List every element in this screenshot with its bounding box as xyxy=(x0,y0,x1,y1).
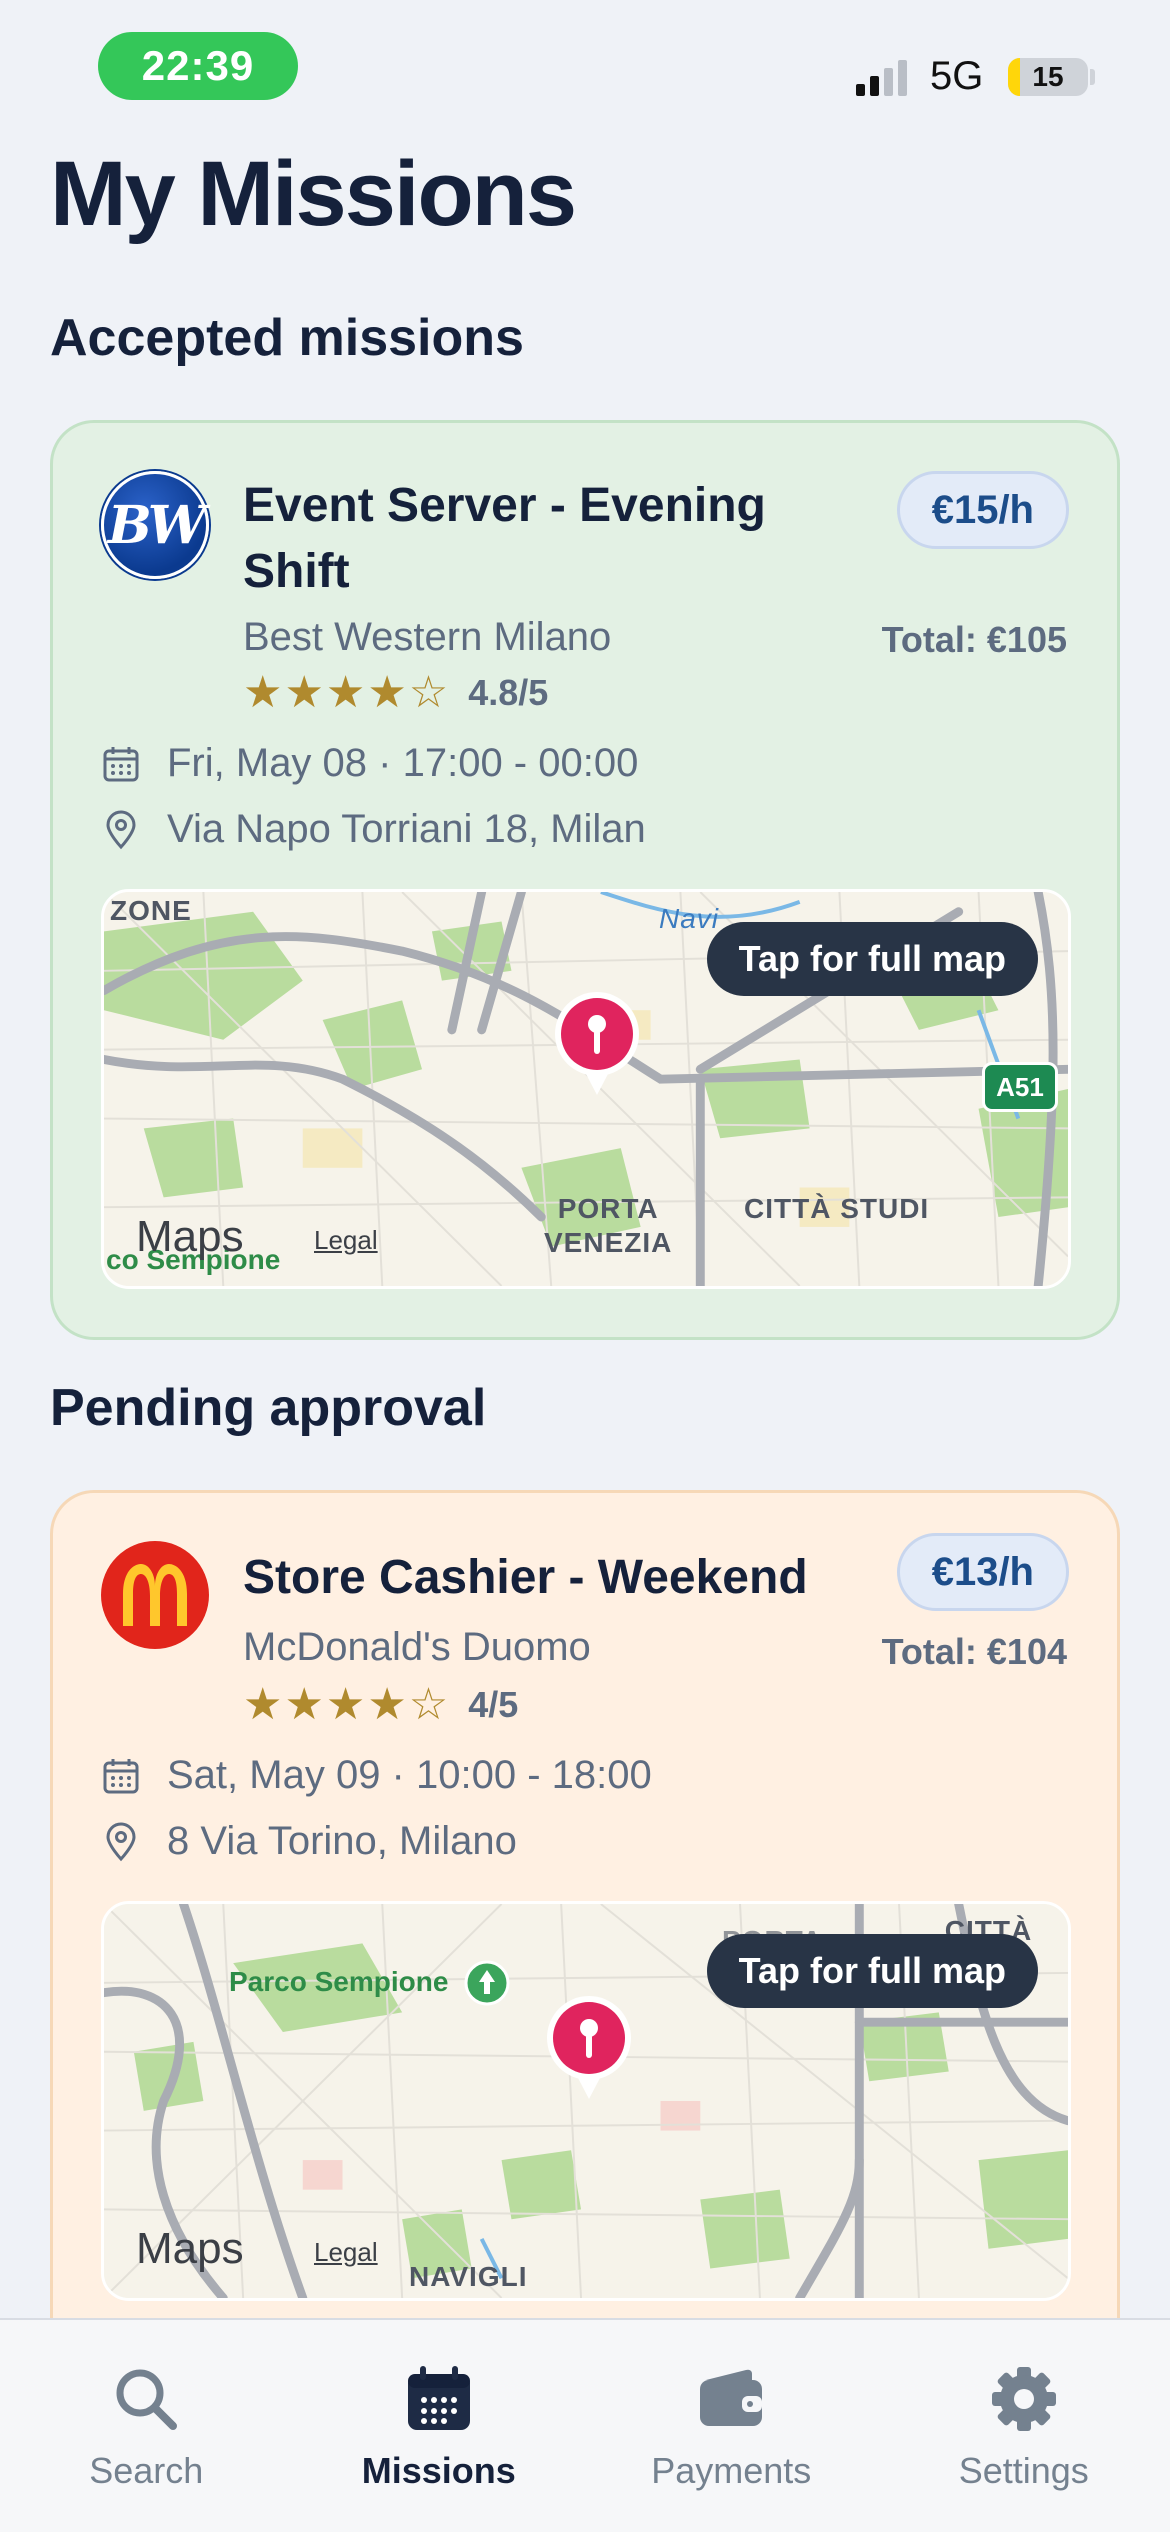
gear-icon xyxy=(991,2367,1056,2431)
mission-map[interactable]: ZONE Navi PORTA VENEZIA CITTÀ STUDI co S… xyxy=(101,889,1071,1289)
tab-bar: Search Missions Payments Settings xyxy=(0,2318,1170,2532)
total-pay: Total: €105 xyxy=(881,619,1067,660)
battery-icon: 15 xyxy=(1008,58,1088,96)
page-title: My Missions xyxy=(50,143,577,245)
mission-title: Event Server - Evening Shift xyxy=(243,479,766,598)
battery-level: 15 xyxy=(1032,61,1064,92)
hourly-rate-badge: €13/h xyxy=(896,1533,1069,1611)
logo-text: BW xyxy=(107,494,206,556)
status-time: 22:39 xyxy=(98,32,298,100)
map-label-zone: ZONE xyxy=(110,895,192,926)
map-label-navi: Navi xyxy=(659,903,720,934)
full-map-button[interactable]: Tap for full map xyxy=(706,922,1038,996)
mission-address: 8 Via Torino, Milano xyxy=(167,1819,517,1863)
search-icon xyxy=(116,2369,178,2430)
hourly-rate-badge: €15/h xyxy=(896,471,1069,549)
tab-settings[interactable]: Settings xyxy=(878,2320,1170,2532)
company-name: Best Western Milano xyxy=(243,615,612,659)
maps-brand: Maps xyxy=(136,2224,244,2273)
date-row: Fri, May 08 · 17:00 - 00:00 xyxy=(101,741,638,786)
tab-label: Payments xyxy=(651,2450,812,2491)
map-label-navigli: NAVIGLI xyxy=(409,2261,528,2292)
signal-icon xyxy=(856,60,907,96)
golden-arches-icon xyxy=(123,1564,187,1626)
calendar-icon xyxy=(103,746,139,781)
tab-missions[interactable]: Missions xyxy=(293,2320,586,2532)
rating-value: 4.8/5 xyxy=(468,672,549,713)
battery-tip xyxy=(1090,69,1095,85)
mission-card-accepted[interactable]: BW Event Server - Evening Shift Best Wes… xyxy=(50,420,1120,1340)
total-pay: Total: €104 xyxy=(881,1631,1067,1672)
tab-label: Missions xyxy=(361,2450,516,2491)
highway-shield: A51 xyxy=(982,1062,1058,1112)
apple-maps-logo: Maps xyxy=(134,2224,244,2274)
company-name: McDonald's Duomo xyxy=(243,1625,591,1669)
mission-date: Fri, May 08 · 17:00 - 00:00 xyxy=(167,741,639,785)
location-pin-icon xyxy=(106,810,136,849)
wallet-icon xyxy=(700,2369,763,2426)
maps-brand: Maps xyxy=(136,1212,244,1261)
tab-label: Settings xyxy=(958,2450,1089,2491)
location-pin-icon xyxy=(106,1822,136,1861)
rating-stars: ★★★★☆ xyxy=(243,668,451,717)
park-icon xyxy=(464,1960,510,2006)
tab-label: Search xyxy=(89,2450,204,2491)
legal-link[interactable]: Legal xyxy=(314,2237,378,2268)
mission-map[interactable]: Parco Sempione PORTA CITTÀ STUD NAVIGLI … xyxy=(101,1901,1071,2301)
address-row: 8 Via Torino, Milano xyxy=(101,1819,517,1864)
map-label-parco: Parco Sempione xyxy=(229,1966,449,1997)
map-pin-icon xyxy=(547,1996,631,2099)
address-row: Via Napo Torriani 18, Milan xyxy=(101,807,646,852)
map-pin-icon xyxy=(555,992,639,1095)
status-bar: 22:39 5G 15 xyxy=(0,0,1170,130)
date-row: Sat, May 09 · 10:00 - 18:00 xyxy=(101,1753,652,1798)
legal-link[interactable]: Legal xyxy=(314,1225,378,1256)
map-label-citta-studi: CITTÀ STUDI xyxy=(744,1193,930,1224)
section-title-pending: Pending approval xyxy=(50,1379,487,1437)
map-label-porta-venezia: PORTA VENEZIA xyxy=(544,1193,673,1258)
calendar-icon xyxy=(407,2366,470,2430)
rating: ★★★★☆ 4.8/5 xyxy=(243,671,548,715)
mcdonalds-logo xyxy=(101,1541,209,1649)
tab-payments[interactable]: Payments xyxy=(585,2320,878,2532)
rating-stars: ★★★★☆ xyxy=(243,1680,451,1729)
calendar-icon xyxy=(103,1758,139,1793)
rating-value: 4/5 xyxy=(468,1684,519,1725)
full-map-button[interactable]: Tap for full map xyxy=(706,1934,1038,2008)
rating: ★★★★☆ 4/5 xyxy=(243,1683,518,1727)
tab-search[interactable]: Search xyxy=(0,2320,293,2532)
mission-title: Store Cashier - Weekend xyxy=(243,1551,808,1604)
section-title-accepted: Accepted missions xyxy=(50,309,524,367)
mission-date: Sat, May 09 · 10:00 - 18:00 xyxy=(167,1753,652,1797)
best-western-logo: BW xyxy=(101,471,209,579)
mission-address: Via Napo Torriani 18, Milan xyxy=(167,807,646,851)
apple-maps-logo: Maps xyxy=(134,1212,244,1262)
network-type: 5G xyxy=(930,54,984,98)
